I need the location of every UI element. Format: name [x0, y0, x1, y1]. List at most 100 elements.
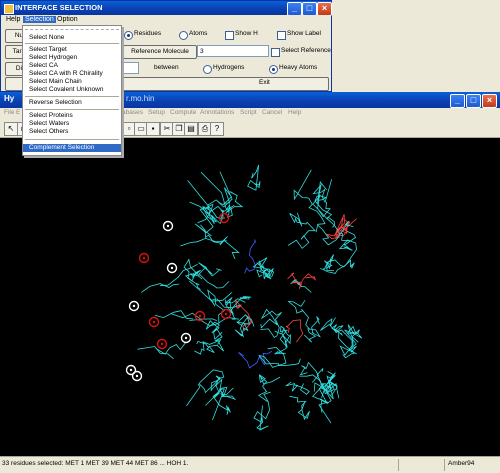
water-oxygen	[224, 312, 228, 316]
water-oxygen	[166, 224, 170, 228]
bond-chain	[260, 308, 282, 339]
menu-item[interactable]: Select Hydrogen	[23, 54, 121, 62]
bond-chain	[258, 346, 301, 368]
menu-option[interactable]: Option	[55, 16, 80, 23]
dialog-title-bar[interactable]: INTERFACE SELECTION _ □ ×	[1, 1, 332, 16]
water-oxygen	[198, 314, 202, 318]
tear-off-separator	[25, 29, 119, 31]
status-bar: 33 residues selected: MET 1 MET 39 MET 4…	[0, 456, 500, 473]
heavy-atoms-radio[interactable]	[269, 65, 278, 74]
bond-chain	[312, 181, 333, 220]
menu-item[interactable]: Select Target	[23, 46, 121, 54]
select-reference-checkbox[interactable]	[271, 48, 280, 57]
reference-molecule-input[interactable]: 3	[197, 45, 269, 57]
bond-chain	[197, 369, 228, 398]
force-field-label: Amber94	[448, 460, 475, 467]
water-oxygen	[170, 266, 174, 270]
bond-chain	[285, 381, 310, 395]
menu-selection[interactable]: Selection	[23, 16, 56, 23]
bond-chain	[247, 164, 261, 191]
menu-item[interactable]: Select Proteins	[23, 112, 121, 120]
bond-chain	[303, 316, 321, 343]
menu-item[interactable]: Select None	[23, 34, 121, 42]
menu-annotations[interactable]: Annotations	[200, 109, 234, 116]
save-file-icon[interactable]: ▪	[146, 122, 160, 136]
menu-help[interactable]: Help	[4, 16, 22, 23]
show-label-label: Show Label	[287, 30, 321, 37]
bond-chain	[194, 340, 225, 355]
protein-backbone	[137, 164, 363, 431]
menu-item[interactable]: Select Main Chain	[23, 78, 121, 86]
bond-chain	[258, 373, 281, 402]
status-text: 33 residues selected: MET 1 MET 39 MET 4…	[2, 460, 189, 467]
menu-item[interactable]: Reverse Selection	[23, 99, 121, 107]
maximize-icon[interactable]: □	[302, 2, 317, 16]
menu-databases[interactable]: abases	[122, 109, 143, 116]
bond-chain	[289, 395, 310, 421]
help-pointer-icon[interactable]: ?	[210, 122, 224, 136]
side-chain	[171, 312, 217, 321]
menu-item-complement-selection[interactable]: Complement Selection	[23, 144, 121, 152]
heavy-atoms-label: Heavy Atoms	[279, 64, 318, 71]
select-tool-icon[interactable]: ↖	[4, 122, 18, 136]
bond-chain	[212, 387, 236, 421]
water-oxygen	[222, 216, 226, 220]
water-oxygen	[160, 342, 164, 346]
bond-chain	[287, 300, 311, 330]
status-separator	[444, 459, 445, 471]
minimize-icon[interactable]: _	[450, 94, 465, 108]
bond-chain	[285, 319, 304, 343]
select-reference-label: Select Reference	[281, 47, 331, 54]
menu-separator	[25, 139, 119, 140]
water-oxygen	[132, 304, 136, 308]
main-title-file: r.mo.hin	[126, 94, 155, 103]
menu-compute[interactable]: Compute	[170, 109, 196, 116]
molecule-canvas[interactable]	[0, 138, 500, 456]
close-icon[interactable]: ×	[482, 94, 497, 108]
molecule-view[interactable]	[0, 138, 500, 456]
side-chain	[137, 346, 174, 360]
atoms-label: Atoms	[189, 30, 208, 37]
show-label-checkbox[interactable]	[277, 31, 286, 40]
maximize-icon[interactable]: □	[466, 94, 481, 108]
dialog-title: INTERFACE SELECTION	[15, 3, 103, 12]
hydrogens-label: Hydrogens	[213, 64, 245, 71]
reference-molecule-button[interactable]: Reference Molecule	[123, 45, 197, 59]
menu-item[interactable]: Select Waters	[23, 120, 121, 128]
bond-chain	[183, 258, 201, 291]
menu-setup[interactable]: Setup	[148, 109, 165, 116]
bond-chain	[299, 361, 319, 383]
minimize-icon[interactable]: _	[287, 2, 302, 16]
app-icon	[4, 4, 14, 14]
close-icon[interactable]: ×	[317, 2, 332, 16]
menu-item[interactable]: Select CA with R Chirality	[23, 70, 121, 78]
selection-dropdown-menu: Select None Select Target Select Hydroge…	[22, 25, 122, 156]
exit-label: Exit	[259, 79, 270, 86]
bond-chain	[186, 375, 222, 407]
show-h-label: Show H	[235, 30, 258, 37]
menu-item[interactable]: Select CA	[23, 62, 121, 70]
water-oxygen	[142, 256, 146, 260]
bond-chain	[198, 262, 230, 289]
distance-input[interactable]	[119, 62, 139, 74]
menu-script[interactable]: Script	[240, 109, 257, 116]
menu-item[interactable]: Select Covalent Unknown	[23, 86, 121, 94]
atoms-radio[interactable]	[179, 31, 188, 40]
bond-chain	[256, 260, 274, 277]
menu-file[interactable]: File	[4, 109, 14, 116]
menu-cancel[interactable]: Cancel	[262, 109, 282, 116]
show-h-checkbox[interactable]	[225, 31, 234, 40]
residues-radio[interactable]	[124, 31, 133, 40]
menu-item[interactable]: Select Others	[23, 128, 121, 136]
menu-separator	[25, 109, 119, 110]
menu-edit[interactable]: E	[16, 109, 20, 116]
menu-help[interactable]: Help	[288, 109, 301, 116]
hydrogens-radio[interactable]	[203, 65, 212, 74]
bond-chain	[290, 278, 312, 293]
bond-chain	[244, 239, 257, 274]
water-oxygen	[135, 374, 139, 378]
residues-label: Residues	[134, 30, 162, 37]
paste-icon[interactable]: ▤	[184, 122, 198, 136]
main-title: Hy	[4, 94, 15, 103]
water-oxygen	[129, 368, 133, 372]
